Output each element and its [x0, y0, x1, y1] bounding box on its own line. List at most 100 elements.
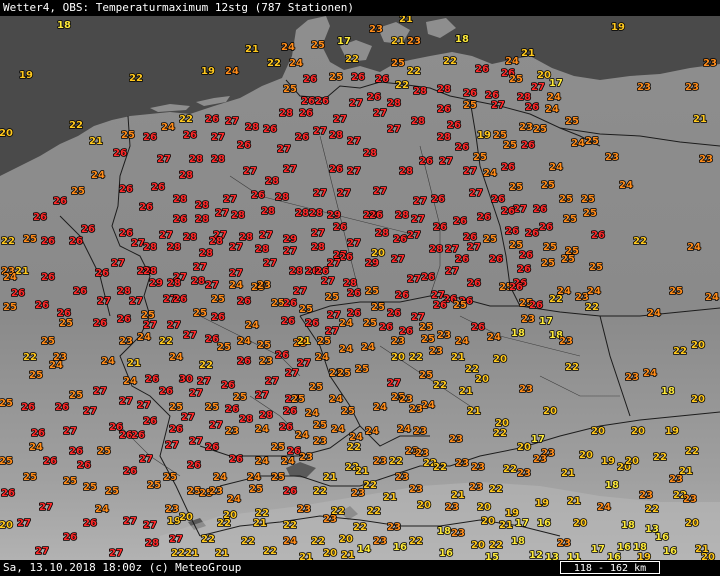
- station-temperature: 22: [653, 452, 667, 463]
- station-temperature: 25: [311, 40, 325, 51]
- station-temperature: 28: [211, 154, 225, 165]
- station-temperature: 20: [591, 426, 605, 437]
- station-temperature: 20: [691, 394, 705, 405]
- station-temperature: 26: [501, 206, 515, 217]
- station-temperature: 27: [467, 242, 481, 253]
- station-temperature: 28: [143, 242, 157, 253]
- station-temperature: 23: [605, 152, 619, 163]
- station-temperature: 28: [289, 266, 303, 277]
- station-temperature: 19: [477, 130, 491, 141]
- map-canvas: 18 19 20 22 19 24 21 24 25 17 23 21 23 21 18 19 22 24 22 22…: [0, 16, 720, 560]
- station-temperature: 23: [209, 486, 223, 497]
- station-temperature: 27: [157, 154, 171, 165]
- station-temperature: 26: [117, 314, 131, 325]
- station-temperature: 26: [237, 296, 251, 307]
- station-temperature: 25: [257, 340, 271, 351]
- station-temperature: 26: [525, 228, 539, 239]
- station-temperature: 21: [693, 114, 707, 125]
- station-temperature: 27: [265, 376, 279, 387]
- station-temperature: 26: [419, 156, 433, 167]
- station-temperature: 28: [309, 208, 323, 219]
- station-temperature: 26: [143, 132, 157, 143]
- station-temperature: 29: [149, 278, 163, 289]
- station-temperature: 26: [517, 264, 531, 275]
- station-temperature: 26: [455, 254, 469, 265]
- station-temperature: 24: [687, 242, 701, 253]
- station-temperature: 20: [179, 512, 193, 523]
- station-temperature: 26: [93, 318, 107, 329]
- station-temperature: 27: [243, 166, 257, 177]
- station-temperature: 24: [545, 104, 559, 115]
- station-temperature: 26: [55, 402, 69, 413]
- station-temperature: 28: [167, 278, 181, 289]
- station-temperature: 24: [339, 318, 353, 329]
- station-temperature: 24: [547, 92, 561, 103]
- station-temperature: 28: [173, 194, 187, 205]
- station-temperature: 24: [281, 42, 295, 53]
- station-temperature: 22: [493, 428, 507, 439]
- station-temperature: 29: [365, 258, 379, 269]
- station-temperature: 23: [625, 372, 639, 383]
- station-temperature: 24: [487, 332, 501, 343]
- station-temperature: 20: [0, 520, 13, 531]
- station-temperature: 25: [541, 180, 555, 191]
- scale-indicator: 118 - 162 km: [560, 561, 660, 574]
- station-temperature: 25: [541, 258, 555, 269]
- station-temperature: 21: [399, 16, 413, 25]
- station-temperature: 24: [227, 494, 241, 505]
- station-temperature: 16: [393, 542, 407, 553]
- station-temperature: 26: [69, 236, 83, 247]
- station-temperature: 13: [545, 552, 559, 560]
- station-temperature: 24: [255, 456, 269, 467]
- station-temperature: 15: [485, 552, 499, 560]
- station-temperature: 26: [295, 132, 309, 143]
- station-temperature: 21: [355, 466, 369, 477]
- station-temperature: 28: [261, 206, 275, 217]
- map-title: Wetter4, OBS: Temperaturmaximum 12stg (7…: [0, 0, 720, 16]
- station-temperature: 27: [181, 412, 195, 423]
- station-temperature: 26: [73, 286, 87, 297]
- station-temperature: 26: [237, 356, 251, 367]
- station-temperature: 24: [505, 56, 519, 67]
- station-temperature: 14: [357, 544, 371, 555]
- station-temperature: 26: [367, 92, 381, 103]
- station-temperature: 26: [305, 318, 319, 329]
- station-temperature: 25: [233, 392, 247, 403]
- station-temperature: 17: [539, 316, 553, 327]
- station-temperature: 26: [145, 374, 159, 385]
- station-temperature: 27: [193, 262, 207, 273]
- station-temperature: 26: [169, 424, 183, 435]
- station-temperature: 24: [95, 504, 109, 515]
- station-temperature: 28: [437, 84, 451, 95]
- station-temperature: 25: [365, 286, 379, 297]
- station-temperature: 24: [361, 342, 375, 353]
- station-temperature: 26: [173, 294, 187, 305]
- station-temperature: 23: [119, 336, 133, 347]
- station-temperature: 25: [341, 406, 355, 417]
- station-temperature: 22: [199, 360, 213, 371]
- station-temperature: 22: [443, 56, 457, 67]
- station-temperature: 26: [83, 518, 97, 529]
- station-temperature: 26: [529, 300, 543, 311]
- station-temperature: 26: [251, 190, 265, 201]
- station-temperature: 24: [123, 376, 137, 387]
- station-temperature: 27: [337, 188, 351, 199]
- station-temperature: 25: [565, 246, 579, 257]
- station-temperature: 26: [1, 488, 15, 499]
- temperature-map: 1819202219 2421 24 25 172321 2321181922 24 22 22…: [0, 16, 720, 560]
- station-temperature: 26: [433, 222, 447, 233]
- station-temperature: 24: [329, 394, 343, 405]
- station-temperature: 27: [93, 386, 107, 397]
- station-temperature: 28: [195, 214, 209, 225]
- station-temperature: 24: [91, 170, 105, 181]
- station-temperature: 27: [215, 208, 229, 219]
- station-temperature: 18: [605, 480, 619, 491]
- station-temperature: 27: [225, 116, 239, 127]
- station-temperature: 25: [589, 262, 603, 273]
- station-temperature: 20: [0, 128, 13, 139]
- station-temperature: 27: [391, 254, 405, 265]
- station-temperature: 20: [543, 406, 557, 417]
- station-temperature: 27: [347, 166, 361, 177]
- station-temperature: 26: [33, 212, 47, 223]
- station-temperature: 25: [41, 336, 55, 347]
